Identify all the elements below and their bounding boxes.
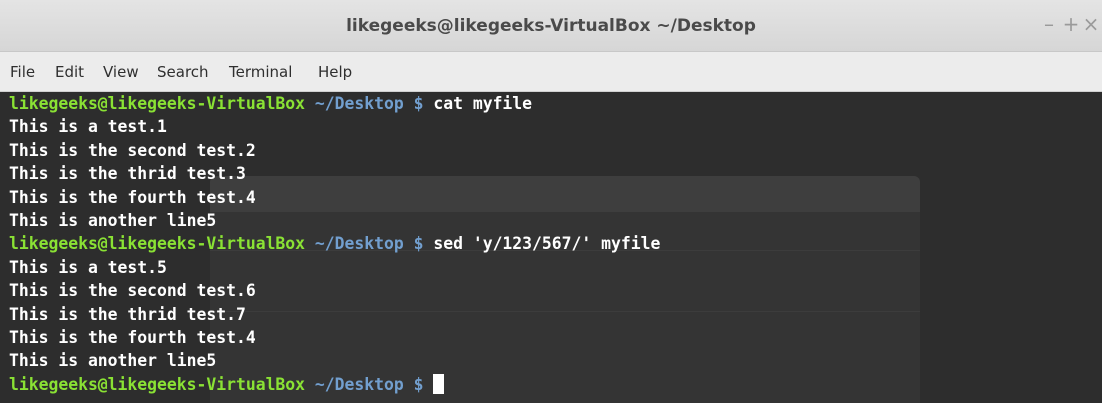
- output-line: This is the second test.6: [9, 281, 256, 301]
- window-title: likegeeks@likegeeks-VirtualBox ~/Desktop: [346, 16, 756, 36]
- terminal-window: likegeeks@likegeeks-VirtualBox ~/Desktop…: [0, 0, 1102, 403]
- menu-bar: File Edit View Search Terminal Help: [0, 52, 1102, 92]
- close-button[interactable]: ×: [1080, 12, 1102, 36]
- terminal-output: likegeeks@likegeeks-VirtualBox ~/Desktop…: [9, 92, 1099, 396]
- menu-help[interactable]: Help: [318, 52, 352, 92]
- output-line: This is the fourth test.4: [9, 327, 256, 347]
- menu-view[interactable]: View: [103, 52, 139, 92]
- output-line: This is another line5: [9, 351, 217, 371]
- prompt-symbol: $: [413, 234, 424, 254]
- text-cursor: [433, 373, 445, 394]
- minimize-button[interactable]: –: [1038, 12, 1060, 36]
- maximize-button[interactable]: +: [1060, 12, 1082, 36]
- prompt-user: likegeeks@likegeeks-VirtualBox: [9, 94, 306, 113]
- output-line: This is the thrid test.7: [9, 304, 246, 324]
- prompt-user: likegeeks@likegeeks-VirtualBox: [9, 374, 306, 394]
- menu-terminal[interactable]: Terminal: [229, 52, 292, 92]
- prompt-path: ~/Desktop: [314, 234, 404, 254]
- title-bar[interactable]: likegeeks@likegeeks-VirtualBox ~/Desktop…: [0, 0, 1102, 52]
- output-line: This is a test.5: [9, 257, 167, 277]
- prompt-line: likegeeks@likegeeks-VirtualBox ~/Desktop…: [9, 92, 1099, 115]
- command-text: sed 'y/123/567/' myfile: [433, 234, 661, 254]
- output-line: This is the second test.2: [9, 140, 256, 160]
- output-line: This is the thrid test.3: [9, 164, 246, 184]
- output-line: This is the fourth test.4: [9, 187, 256, 207]
- prompt-line: likegeeks@likegeeks-VirtualBox ~/Desktop…: [9, 232, 1099, 255]
- output-line: This is another line5: [9, 210, 217, 230]
- terminal-area[interactable]: likegeeks@likegeeks-VirtualBox ~/Desktop…: [0, 92, 1102, 403]
- prompt-symbol: $: [413, 374, 424, 394]
- prompt-symbol: $: [413, 94, 424, 113]
- prompt-path: ~/Desktop: [314, 94, 404, 113]
- prompt-line: likegeeks@likegeeks-VirtualBox ~/Desktop…: [9, 373, 1099, 396]
- output-line: This is a test.1: [9, 117, 167, 137]
- menu-file[interactable]: File: [10, 52, 35, 92]
- menu-search[interactable]: Search: [157, 52, 209, 92]
- menu-edit[interactable]: Edit: [55, 52, 84, 92]
- command-text: cat myfile: [433, 94, 533, 113]
- prompt-user: likegeeks@likegeeks-VirtualBox: [9, 234, 306, 254]
- prompt-path: ~/Desktop: [314, 374, 404, 394]
